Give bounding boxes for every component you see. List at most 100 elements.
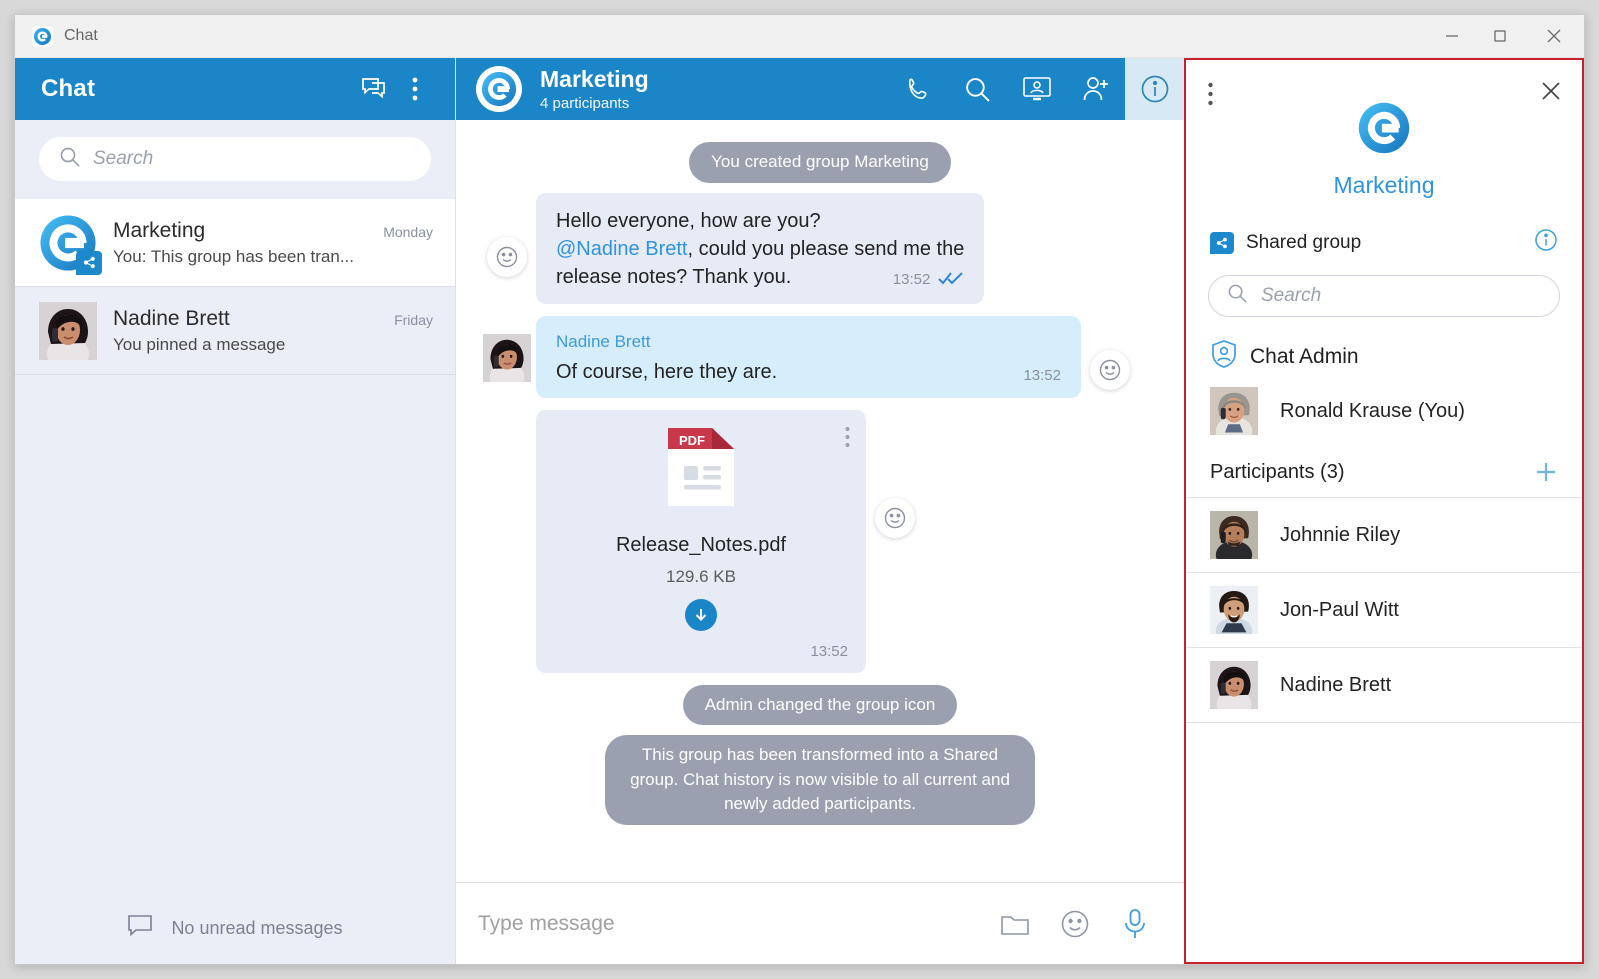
search-icon (1227, 283, 1248, 309)
system-message-row: You created group Marketing (456, 142, 1184, 183)
message-time: 13:52 (892, 271, 931, 289)
file-attachment-card[interactable]: PDF Release_Notes.pdf 129.6 KB 13:52 (554, 424, 850, 662)
call-icon[interactable] (889, 58, 948, 120)
participant-row[interactable]: Johnnie Riley (1186, 498, 1582, 573)
sidebar-search-container: Search (15, 120, 455, 199)
chat-header-meta: Marketing 4 participants (540, 66, 649, 111)
mention-nadine-brett[interactable]: @Nadine Brett (556, 238, 687, 260)
reaction-slot (1081, 316, 1139, 390)
chat-header: Marketing 4 participants (456, 58, 1184, 120)
search-placeholder: Search (93, 148, 154, 169)
add-participant-icon[interactable] (1066, 58, 1125, 120)
chat-bubble-icon (127, 914, 153, 943)
emoji-reaction-icon[interactable] (875, 498, 915, 539)
attach-folder-icon[interactable] (996, 905, 1034, 943)
reaction-slot (478, 193, 536, 277)
chat-list-item-text: Nadine Brett Friday You pinned a message (113, 307, 433, 355)
page-title: Marketing (540, 66, 649, 93)
system-message-row: This group has been transformed into a S… (456, 735, 1184, 826)
kebab-menu-icon[interactable] (395, 69, 435, 109)
download-icon[interactable] (685, 599, 717, 632)
message-body-row: Of course, here they are. 13:52 (556, 358, 1061, 386)
message-row-outgoing: Hello everyone, how are you? @Nadine Bre… (456, 192, 1184, 304)
file-name: Release_Notes.pdf (615, 533, 787, 556)
emoji-reaction-icon[interactable] (1090, 349, 1130, 390)
emoji-reaction-icon[interactable] (487, 236, 527, 277)
unread-status-bar: No unread messages (15, 892, 455, 964)
search-icon (59, 146, 81, 173)
message-line-3: release notes? Thank you. (556, 266, 792, 289)
search-input[interactable]: Search (39, 137, 431, 181)
system-message: You created group Marketing (689, 142, 951, 183)
group-logo-avatar (476, 66, 522, 112)
participants-count: 4 participants (540, 94, 630, 112)
info-search-placeholder: Search (1261, 285, 1322, 306)
info-group-name: Marketing (1333, 172, 1435, 198)
pdf-file-icon: PDF (664, 424, 738, 518)
chat-list: Marketing Monday You: This group has bee… (15, 199, 455, 892)
window-title: Chat (64, 27, 98, 44)
admin-person-name: Ronald Krause (You) (1280, 399, 1465, 422)
plus-icon[interactable] (1534, 460, 1558, 485)
chat-admin-header: Chat Admin (1186, 331, 1582, 378)
chat-list-item-nadine-brett[interactable]: Nadine Brett Friday You pinned a message (15, 287, 455, 375)
emoji-icon[interactable] (1056, 905, 1094, 943)
shield-person-icon (1210, 339, 1238, 374)
shared-group-badge (76, 250, 102, 275)
info-search-container: Search (1186, 267, 1582, 331)
message-sender: Nadine Brett (556, 331, 651, 351)
search-icon[interactable] (948, 58, 1007, 120)
info-icon[interactable] (1125, 58, 1184, 120)
participant-row[interactable]: Jon-Paul Witt (1186, 573, 1582, 648)
info-circle-icon[interactable] (1534, 228, 1558, 257)
chat-name: Marketing (113, 218, 206, 242)
admin-person-row[interactable]: Ronald Krause (You) (1186, 378, 1582, 445)
chat-list-item-text: Marketing Monday You: This group has bee… (113, 219, 433, 267)
read-receipt-icon (938, 268, 964, 292)
participant-name: Johnnie Riley (1280, 523, 1401, 546)
chat-preview: You pinned a message (113, 334, 286, 354)
chat-admin-label: Chat Admin (1250, 344, 1359, 368)
chat-time: Monday (383, 223, 433, 240)
man-beard-avatar (1210, 586, 1258, 644)
app-logo-icon (32, 25, 53, 47)
info-search-input[interactable]: Search (1208, 275, 1560, 317)
participant-name: Nadine Brett (1280, 673, 1392, 696)
message-bubble-file[interactable]: PDF Release_Notes.pdf 129.6 KB 13:52 (536, 410, 866, 673)
message-row-incoming: Nadine Brett Of course, here they are. 1… (456, 315, 1184, 399)
maximize-button[interactable] (1476, 15, 1524, 58)
message-text: Of course, here they are. (556, 360, 778, 383)
woman-phone-avatar (39, 301, 97, 372)
minimize-button[interactable] (1428, 15, 1476, 58)
reaction-slot (866, 410, 924, 539)
app-window: Chat Chat Search Marketing Monday You: T… (14, 14, 1585, 965)
message-row-file: PDF Release_Notes.pdf 129.6 KB 13:52 (514, 410, 1184, 673)
message-bubble-incoming[interactable]: Nadine Brett Of course, here they are. 1… (536, 315, 1081, 399)
new-chat-icon[interactable] (355, 69, 395, 109)
message-meta: 13:52 (1023, 365, 1061, 386)
message-list[interactable]: You created group Marketing Hello everyo… (456, 120, 1184, 882)
microphone-icon[interactable] (1116, 905, 1154, 943)
unread-label: No unread messages (171, 917, 343, 938)
message-line-2: @Nadine Brett, could you please send me … (556, 235, 964, 263)
message-line-1: Hello everyone, how are you? (556, 209, 821, 232)
chat-list-item-marketing[interactable]: Marketing Monday You: This group has bee… (15, 199, 455, 287)
kebab-menu-icon[interactable] (845, 426, 850, 456)
message-line-3-row: release notes? Thank you. 13:52 (556, 263, 964, 291)
info-panel-filler (1186, 723, 1582, 962)
close-icon[interactable] (1540, 80, 1562, 107)
close-button[interactable] (1524, 15, 1584, 58)
kebab-menu-icon[interactable] (1208, 82, 1213, 111)
message-bubble-outgoing[interactable]: Hello everyone, how are you? @Nadine Bre… (536, 192, 985, 304)
participant-row[interactable]: Nadine Brett (1186, 648, 1582, 723)
group-info-panel: Marketing Shared group Search Chat Admin… (1184, 58, 1584, 964)
message-input[interactable]: Type message (478, 912, 974, 936)
system-message: This group has been transformed into a S… (605, 735, 1035, 826)
chat-time: Friday (394, 311, 433, 328)
woman-phone-avatar (1210, 661, 1258, 719)
man-phone-dark-avatar (1210, 511, 1258, 569)
screen-share-icon[interactable] (1007, 58, 1066, 120)
message-composer: Type message (456, 882, 1184, 964)
title-bar-app: Chat (15, 25, 98, 47)
shared-group-label: Shared group (1246, 231, 1362, 253)
